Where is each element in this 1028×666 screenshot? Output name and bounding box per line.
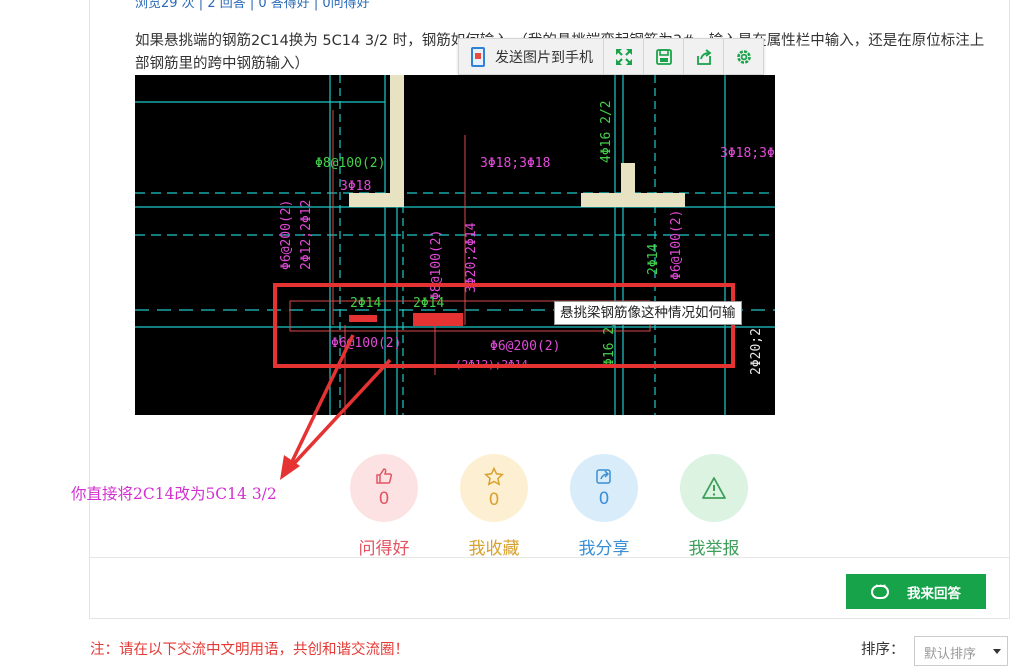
share-image-button[interactable] [684, 39, 724, 74]
save-image-button[interactable] [644, 39, 684, 74]
good-question-label: 问得好 [358, 539, 410, 559]
favorite-label: 我收藏 [468, 539, 520, 559]
answer-button-label: 我来回答 [907, 585, 961, 602]
send-to-phone-label: 发送图片到手机 [495, 49, 593, 66]
action-good-question[interactable]: 0 问得好 [350, 454, 418, 559]
action-share[interactable]: 0 我分享 [570, 454, 638, 559]
action-report[interactable]: 我举报 [680, 454, 748, 559]
fullscreen-button[interactable] [604, 39, 644, 74]
drawing-annotation-tooltip: 悬挑梁钢筋像这种情况如何输 [554, 301, 742, 325]
chevron-down-icon [993, 649, 1001, 654]
good-question-button[interactable]: 0 [350, 454, 418, 522]
sort-select[interactable]: 默认排序 [914, 636, 1008, 666]
send-to-phone-button[interactable]: 发送图片到手机 [459, 39, 604, 74]
share-count: 0 [598, 489, 610, 509]
good-question-count: 0 [378, 489, 390, 509]
answer-annotation: 你直接将2C14改为5C14 3/2 [71, 485, 277, 503]
report-label: 我举报 [688, 539, 740, 559]
share-button[interactable]: 0 [570, 454, 638, 522]
phone-icon [471, 46, 485, 67]
civility-notice: 注：请在以下交流中文明用语，共创和谐交流圈！ [90, 642, 409, 658]
save-icon [655, 48, 672, 65]
warning-icon [702, 477, 726, 499]
sort-selected-value: 默认排序 [924, 647, 977, 662]
favorite-button[interactable]: 0 [460, 454, 528, 522]
sort-label: 排序： [861, 642, 905, 658]
chat-bubble-icon [871, 581, 889, 599]
share-icon [696, 48, 711, 65]
thumbs-up-icon [376, 468, 393, 484]
settings-icon [736, 49, 751, 64]
favorite-count: 0 [488, 489, 500, 510]
image-toolbar: 发送图片到手机 [458, 38, 764, 75]
answer-button[interactable]: 我来回答 [846, 574, 986, 609]
report-button[interactable] [680, 454, 748, 522]
share-icon [596, 469, 611, 484]
share-label: 我分享 [578, 539, 630, 559]
divider [90, 557, 1009, 558]
settings-button[interactable] [724, 39, 763, 74]
fullscreen-icon [615, 48, 632, 65]
action-favorite[interactable]: 0 我收藏 [460, 454, 528, 559]
star-icon [484, 466, 504, 486]
